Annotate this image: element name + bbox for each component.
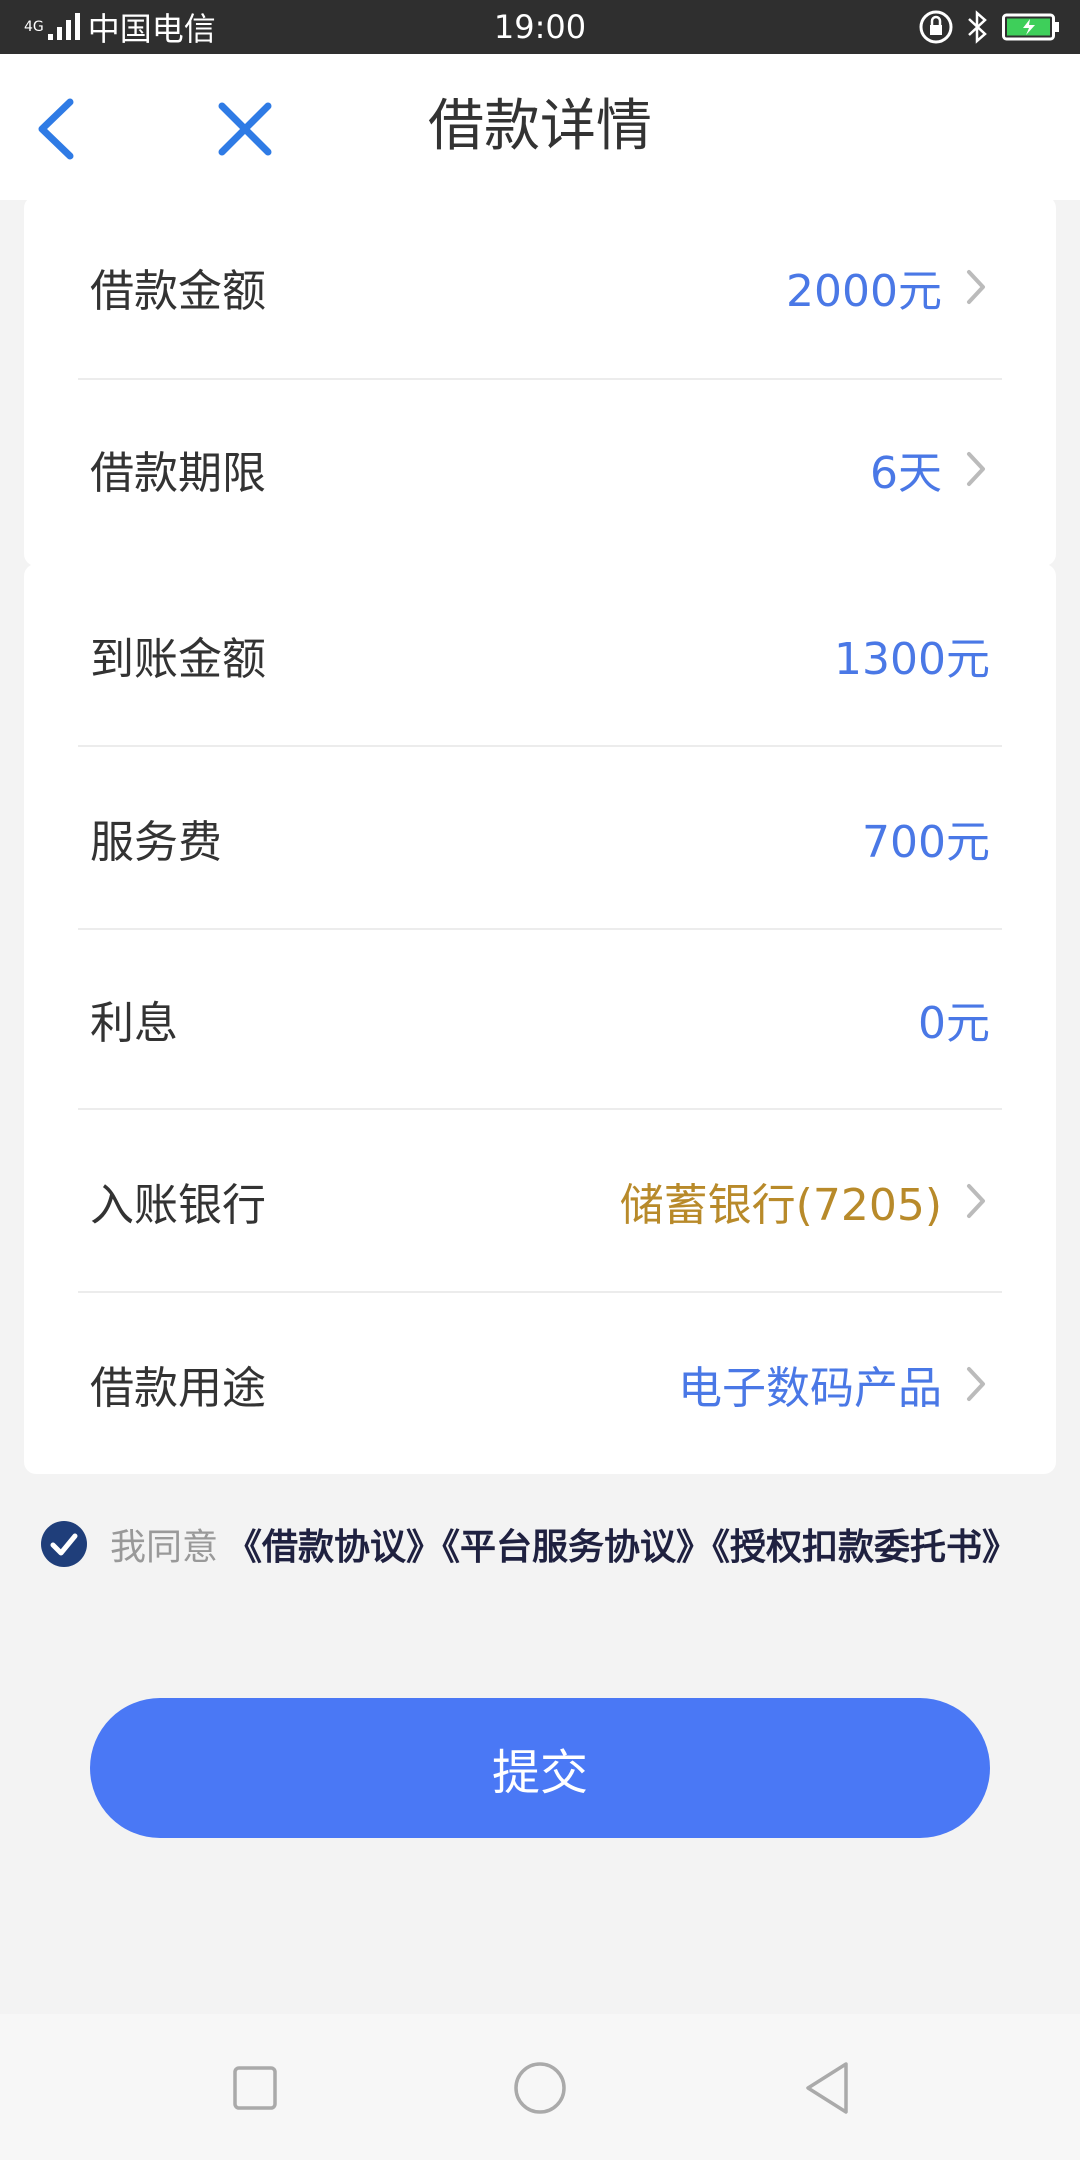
chevron-left-icon (38, 98, 74, 160)
recent-apps-icon[interactable] (223, 2056, 287, 2120)
interest-row: 利息 0元 (78, 930, 1002, 1110)
chevron-right-icon (967, 270, 985, 304)
received-amount-row: 到账金额 1300元 (78, 564, 1002, 747)
home-icon[interactable] (508, 2056, 572, 2120)
bank-row[interactable]: 入账银行 储蓄银行(7205) (78, 1110, 1002, 1293)
loan-settings-card: 借款金额 2000元 借款期限 6天 (24, 196, 1056, 566)
chevron-right-icon (967, 1366, 985, 1401)
battery-charging-icon (1002, 13, 1059, 41)
bank-value: 储蓄银行(7205) (619, 1179, 942, 1231)
back-button[interactable] (30, 94, 90, 164)
app-header: 借款详情 (0, 54, 1080, 200)
row-label: 到账金额 (90, 633, 266, 685)
row-label: 服务费 (90, 816, 222, 868)
status-right (906, 0, 1060, 54)
system-nav-bar (0, 2014, 1080, 2160)
loan-purpose-value: 电子数码产品 (678, 1362, 942, 1414)
agreement-checkbox[interactable] (40, 1520, 88, 1568)
loan-amount-value: 2000元 (786, 266, 942, 317)
status-bar: 4G 中国电信 19:00 (0, 0, 1080, 54)
submit-button[interactable]: 提交 (90, 1698, 990, 1838)
agreement-prefix: 我同意 (110, 1527, 219, 1568)
row-label: 借款用途 (90, 1362, 266, 1414)
bluetooth-icon (968, 10, 987, 44)
chevron-right-icon (967, 452, 985, 486)
agreement-links[interactable]: 《借款协议》《平台服务协议》《授权扣款委托书》 (226, 1518, 1018, 1570)
page-title: 借款详情 (428, 94, 652, 159)
agreement-row: 我同意 《借款协议》《平台服务协议》《授权扣款委托书》 (40, 1516, 1018, 1572)
row-label: 利息 (90, 998, 178, 1049)
loan-detail-card: 到账金额 1300元 服务费 700元 利息 0元 入账银行 储蓄银行(7205… (24, 564, 1056, 1474)
row-label: 入账银行 (90, 1179, 266, 1231)
chevron-right-icon (967, 1183, 985, 1218)
close-button[interactable] (210, 94, 280, 164)
row-label: 借款金额 (90, 266, 266, 317)
service-fee-value: 700元 (862, 816, 990, 868)
rotation-lock-icon (919, 10, 953, 44)
received-amount-value: 1300元 (834, 633, 990, 685)
loan-amount-row[interactable]: 借款金额 2000元 (78, 196, 1002, 380)
interest-value: 0元 (918, 998, 990, 1049)
close-icon (218, 102, 272, 156)
service-fee-row: 服务费 700元 (78, 747, 1002, 930)
loan-purpose-row[interactable]: 借款用途 电子数码产品 (78, 1293, 1002, 1474)
row-label: 借款期限 (90, 448, 266, 499)
back-triangle-icon[interactable] (796, 2056, 860, 2120)
loan-term-value: 6天 (870, 448, 942, 499)
loan-term-row[interactable]: 借款期限 6天 (78, 378, 1002, 560)
